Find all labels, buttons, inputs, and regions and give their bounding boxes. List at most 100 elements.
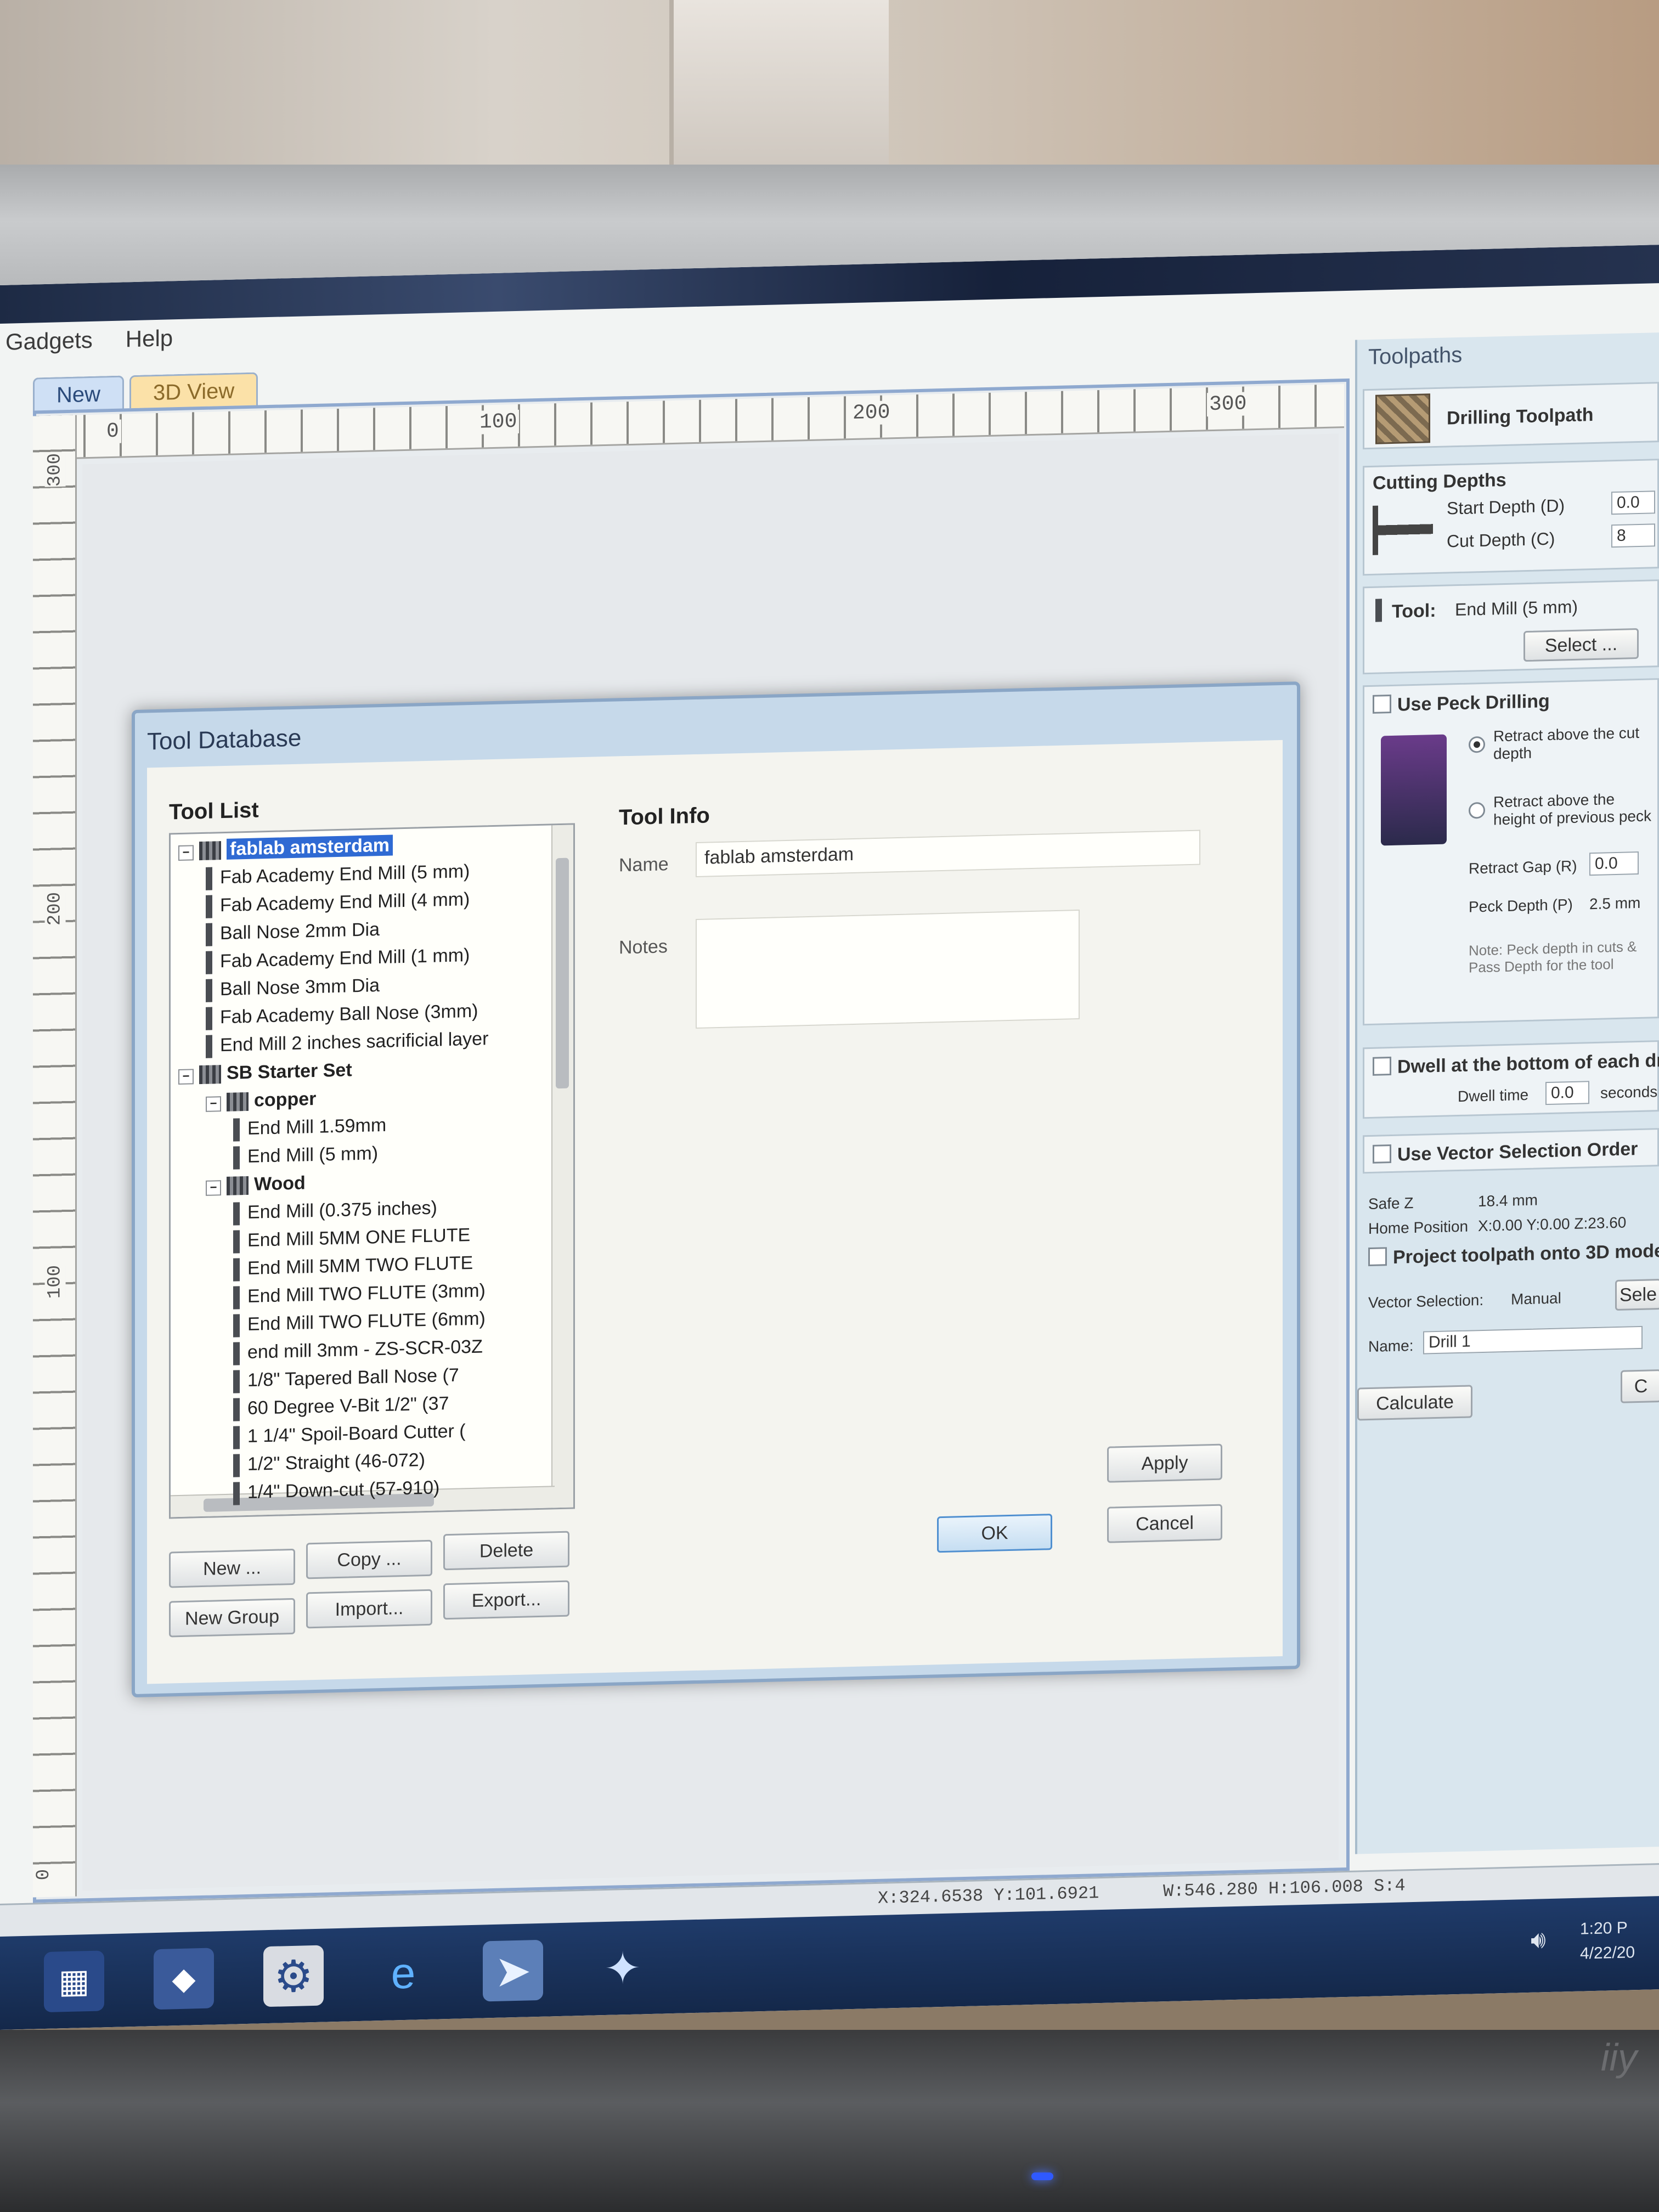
tree-item-label: End Mill TWO FLUTE (6mm)	[247, 1308, 486, 1335]
tab-3d-view[interactable]: 3D View	[129, 372, 258, 411]
toolpaths-panel: Toolpaths Drilling Toolpath Cutting Dept…	[1355, 332, 1659, 1854]
tree-tool-item[interactable]: End Mill 5MM ONE FLUTE	[233, 1224, 470, 1254]
tree-item-label: Ball Nose 3mm Dia	[220, 975, 380, 1000]
tree-tool-item[interactable]: End Mill 2 inches sacrificial layer	[206, 1028, 488, 1058]
folder-icon	[227, 1176, 249, 1195]
tree-tool-item[interactable]: 60 Degree V-Bit 1/2" (37	[233, 1393, 449, 1421]
tree-vertical-scrollbar[interactable]	[551, 825, 573, 1511]
tree-tool-item[interactable]: end mill 3mm - ZS-SCR-03Z	[233, 1336, 483, 1365]
selection-size: W:546.280 H:106.008 S:4	[1163, 1875, 1406, 1902]
select-tool-button[interactable]: Select ...	[1523, 628, 1639, 662]
menu-help[interactable]: Help	[126, 325, 173, 359]
new-group-button[interactable]: New Group	[169, 1598, 295, 1638]
tree-item-label: 1/2" Straight (46-072)	[247, 1449, 425, 1475]
export-button[interactable]: Export...	[443, 1580, 569, 1620]
end-mill-icon	[206, 867, 212, 890]
dwell-time-label: Dwell time	[1458, 1086, 1529, 1105]
calculate-button[interactable]: Calculate	[1357, 1385, 1472, 1421]
ruler-label: 200	[850, 400, 893, 426]
tree-tool-item[interactable]: End Mill (0.375 inches)	[233, 1198, 437, 1226]
collapse-icon[interactable]: −	[178, 845, 194, 861]
tree-tool-item[interactable]: Fab Academy End Mill (1 mm)	[206, 945, 470, 974]
retract-previous-peck-radio[interactable]	[1469, 802, 1485, 819]
collapse-icon[interactable]: −	[206, 1096, 221, 1112]
ok-button[interactable]: OK	[937, 1514, 1052, 1553]
tree-tool-item[interactable]: End Mill 5MM TWO FLUTE	[233, 1252, 473, 1282]
app-icon[interactable]: ⚙	[263, 1945, 324, 2007]
tree-tool-item[interactable]: Fab Academy Ball Nose (3mm)	[206, 1001, 478, 1030]
dwell-time-field[interactable]: 0.0	[1545, 1081, 1589, 1105]
tool-tree[interactable]: − fablab amsterdam Fab Academy End Mill (5…	[169, 823, 575, 1519]
cutting-depths-label: Cutting Depths	[1373, 469, 1506, 494]
end-mill-icon	[233, 1342, 240, 1365]
dwell-checkbox[interactable]	[1373, 1057, 1391, 1076]
tree-item-label: Fab Academy End Mill (4 mm)	[220, 889, 470, 916]
ruler-label: 200	[44, 891, 66, 926]
end-mill-icon	[233, 1370, 240, 1393]
clock-time[interactable]: 1:20 P	[1580, 1918, 1628, 1938]
tree-tool-item[interactable]: Fab Academy End Mill (5 mm)	[206, 861, 470, 890]
project-3d-checkbox[interactable]	[1368, 1247, 1387, 1267]
tree-group[interactable]: − fablab amsterdam	[178, 834, 393, 862]
tree-tool-item[interactable]: End Mill 1.59mm	[233, 1115, 386, 1142]
notes-field[interactable]	[696, 909, 1080, 1029]
retract-gap-field[interactable]: 0.0	[1589, 851, 1639, 876]
folder-icon	[227, 1092, 249, 1111]
vector-selection-button[interactable]: Sele	[1615, 1278, 1659, 1311]
delete-tool-button[interactable]: Delete	[443, 1531, 569, 1571]
volume-icon[interactable]: 🔊︎	[1531, 1926, 1546, 1954]
import-button[interactable]: Import...	[306, 1589, 432, 1629]
start-depth-field[interactable]: 0.0	[1611, 490, 1655, 515]
tab-new[interactable]: New	[33, 375, 125, 413]
tree-tool-item[interactable]: End Mill TWO FLUTE (3mm)	[233, 1280, 486, 1310]
cut-depth-field[interactable]: 8	[1611, 523, 1655, 548]
tree-tool-item[interactable]: End Mill TWO FLUTE (6mm)	[233, 1308, 486, 1338]
cursor-position: X:324.6538 Y:101.6921	[878, 1883, 1099, 1909]
scroll-thumb[interactable]	[556, 857, 569, 1089]
new-tool-button[interactable]: New ...	[169, 1548, 295, 1588]
tree-item-label: 1 1/4" Spoil-Board Cutter (	[247, 1420, 466, 1447]
collapse-icon[interactable]: −	[206, 1180, 221, 1196]
drilling-header-box: Drilling Toolpath	[1363, 382, 1659, 450]
tree-tool-item[interactable]: End Mill (5 mm)	[233, 1143, 378, 1170]
end-mill-icon	[233, 1482, 240, 1505]
tree-group[interactable]: − Wood	[206, 1172, 306, 1196]
ie-icon[interactable]: e	[373, 1943, 433, 2005]
toolpath-name-field[interactable]: Drill 1	[1423, 1325, 1643, 1355]
vector-order-box: Use Vector Selection Order	[1363, 1128, 1659, 1174]
peck-drilling-checkbox[interactable]	[1373, 695, 1391, 714]
copy-tool-button[interactable]: Copy ...	[306, 1539, 432, 1579]
retract-cut-depth-radio[interactable]	[1469, 736, 1485, 753]
aspire-icon[interactable]: ➤	[483, 1939, 543, 2002]
collapse-icon[interactable]: −	[178, 1069, 194, 1085]
tool-icon	[1375, 599, 1382, 622]
tree-tool-item[interactable]: Ball Nose 2mm Dia	[206, 919, 380, 946]
ruler-label: 0	[104, 419, 121, 444]
tree-item-label: End Mill 1.59mm	[247, 1114, 387, 1139]
monitor-screen: Gadgets Help New 3D View 0 100 200 300 3…	[0, 245, 1659, 2030]
start-icon[interactable]: ▦	[44, 1950, 104, 2013]
close-button[interactable]: C	[1621, 1369, 1659, 1403]
drilling-title: Drilling Toolpath	[1447, 404, 1594, 429]
tree-tool-item[interactable]: Fab Academy End Mill (4 mm)	[206, 889, 470, 918]
tree-tool-item[interactable]: 1 1/4" Spoil-Board Cutter (	[233, 1420, 466, 1449]
apply-button[interactable]: Apply	[1107, 1443, 1222, 1483]
tree-group[interactable]: − copper	[206, 1088, 316, 1113]
vector-order-checkbox[interactable]	[1373, 1144, 1391, 1164]
drill-app-icon[interactable]: ✦	[592, 1937, 653, 1999]
tool-name-field[interactable]: fablab amsterdam	[696, 830, 1200, 878]
clock-date[interactable]: 4/22/20	[1580, 1943, 1635, 1963]
sw-icon[interactable]: ◆	[154, 1948, 214, 2010]
tree-tool-item[interactable]: Ball Nose 3mm Dia	[206, 975, 380, 1002]
tree-tool-item[interactable]: 1/8" Tapered Ball Nose (7	[233, 1365, 459, 1393]
menu-gadgets[interactable]: Gadgets	[5, 327, 93, 362]
dialog-body: Tool List − fablab amsterdam Fab Academy E…	[147, 740, 1283, 1684]
cancel-button[interactable]: Cancel	[1107, 1504, 1222, 1543]
tree-item-label: fablab amsterdam	[227, 834, 393, 860]
depth-icon	[1373, 504, 1433, 555]
start-depth-label: Start Depth (D)	[1447, 495, 1565, 518]
tree-tool-item[interactable]: 1/2" Straight (46-072)	[233, 1449, 425, 1477]
retract-previous-peck-label: Retract above the height of previous pec…	[1493, 791, 1651, 828]
tree-group[interactable]: − SB Starter Set	[178, 1059, 352, 1085]
end-mill-icon	[233, 1146, 240, 1170]
